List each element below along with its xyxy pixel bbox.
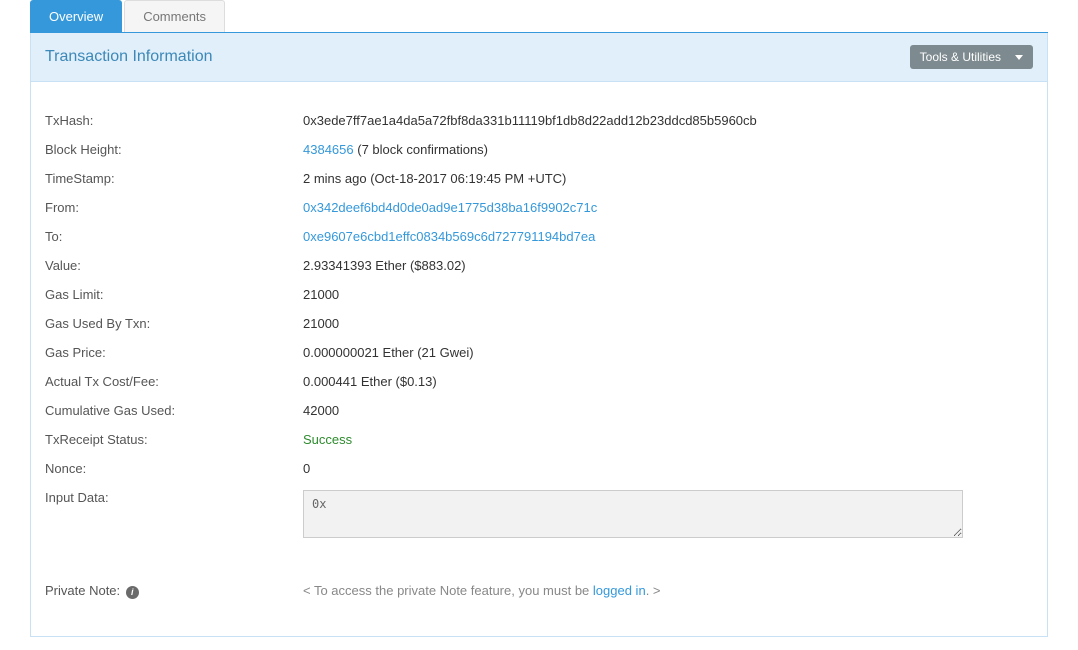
value-block-height: 4384656 (7 block confirmations): [303, 142, 1033, 157]
label-from: From:: [45, 200, 303, 215]
label-value: Value:: [45, 258, 303, 273]
value-value: 2.93341393 Ether ($883.02): [303, 258, 1033, 273]
logged-in-link[interactable]: logged in: [593, 583, 646, 598]
value-cumulative-gas: 42000: [303, 403, 1033, 418]
block-confirmations: (7 block confirmations): [354, 142, 488, 157]
label-gas-limit: Gas Limit:: [45, 287, 303, 302]
label-actual-cost: Actual Tx Cost/Fee:: [45, 374, 303, 389]
tab-overview[interactable]: Overview: [30, 0, 122, 32]
label-gas-used: Gas Used By Txn:: [45, 316, 303, 331]
title-bar: Transaction Information Tools & Utilitie…: [30, 33, 1048, 82]
caret-down-icon: [1015, 55, 1023, 60]
label-txhash: TxHash:: [45, 113, 303, 128]
value-gas-price: 0.000000021 Ether (21 Gwei): [303, 345, 1033, 360]
tools-utilities-label: Tools & Utilities: [920, 50, 1001, 64]
label-cumulative-gas: Cumulative Gas Used:: [45, 403, 303, 418]
tabs: Overview Comments: [30, 0, 1048, 33]
private-note-text: < To access the private Note feature, yo…: [303, 583, 1033, 598]
value-txhash: 0x3ede7ff7ae1a4da5a72fbf8da331b11119bf1d…: [303, 113, 1033, 128]
value-timestamp: 2 mins ago (Oct-18-2017 06:19:45 PM +UTC…: [303, 171, 1033, 186]
to-address-link[interactable]: 0xe9607e6cbd1effc0834b569c6d727791194bd7…: [303, 229, 595, 244]
label-nonce: Nonce:: [45, 461, 303, 476]
label-to: To:: [45, 229, 303, 244]
value-gas-used: 21000: [303, 316, 1033, 331]
tools-utilities-button[interactable]: Tools & Utilities: [910, 45, 1033, 69]
label-private-note: Private Note: i: [45, 583, 303, 599]
label-input-data: Input Data:: [45, 490, 303, 505]
tab-comments[interactable]: Comments: [124, 0, 225, 32]
value-nonce: 0: [303, 461, 1033, 476]
value-receipt-status: Success: [303, 432, 1033, 447]
from-address-link[interactable]: 0x342deef6bd4d0de0ad9e1775d38ba16f9902c7…: [303, 200, 597, 215]
input-data-textarea[interactable]: [303, 490, 963, 538]
transaction-details: TxHash: 0x3ede7ff7ae1a4da5a72fbf8da331b1…: [30, 82, 1048, 637]
page-title: Transaction Information: [45, 48, 212, 66]
block-height-link[interactable]: 4384656: [303, 142, 354, 157]
label-timestamp: TimeStamp:: [45, 171, 303, 186]
label-receipt-status: TxReceipt Status:: [45, 432, 303, 447]
info-icon: i: [126, 586, 139, 599]
value-actual-cost: 0.000441 Ether ($0.13): [303, 374, 1033, 389]
value-gas-limit: 21000: [303, 287, 1033, 302]
label-block-height: Block Height:: [45, 142, 303, 157]
label-gas-price: Gas Price:: [45, 345, 303, 360]
